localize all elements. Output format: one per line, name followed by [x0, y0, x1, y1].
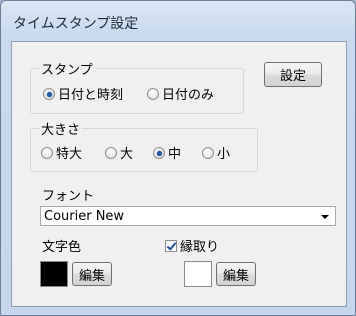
border-color-swatch[interactable] [184, 261, 212, 287]
radio-size-extra-large-indicator[interactable] [41, 146, 53, 159]
window-title: タイムスタンプ設定 [13, 16, 139, 32]
radio-size-large-label: 大 [120, 147, 134, 162]
radio-date-only-label: 日付のみ [162, 88, 215, 103]
radio-size-small[interactable]: 小 [202, 143, 230, 162]
radio-size-medium-indicator[interactable] [153, 146, 165, 159]
text-color-label: 文字色 [42, 240, 82, 255]
border-checkbox-indicator[interactable] [165, 239, 177, 252]
radio-date-and-time-indicator[interactable] [43, 87, 55, 100]
size-group-title: 大きさ [39, 119, 83, 138]
radio-date-only[interactable]: 日付のみ [147, 84, 214, 103]
radio-size-large[interactable]: 大 [105, 143, 133, 162]
radio-date-and-time[interactable]: 日付と時刻 [43, 84, 123, 103]
border-checkbox-label: 縁取り [180, 240, 220, 255]
radio-size-extra-large[interactable]: 特大 [41, 143, 82, 162]
text-color-swatch[interactable] [40, 261, 68, 287]
border-edit-button[interactable]: 編集 [216, 262, 256, 286]
radio-date-only-indicator[interactable] [147, 87, 159, 100]
settings-button[interactable]: 設定 [264, 62, 322, 87]
border-checkbox[interactable]: 縁取り [165, 236, 219, 255]
dialog-window: タイムスタンプ設定 スタンプ 日付と時刻 日付のみ 設定 大きさ 特大 大 中 [0, 0, 356, 316]
radio-size-medium-label: 中 [168, 147, 182, 162]
radio-size-medium[interactable]: 中 [153, 143, 181, 162]
stamp-group-title: スタンプ [39, 59, 95, 78]
dialog-client-area: スタンプ 日付と時刻 日付のみ 設定 大きさ 特大 大 中 小 フォント Cou… [11, 41, 347, 307]
radio-size-extra-large-label: 特大 [56, 147, 83, 162]
radio-size-large-indicator[interactable] [105, 146, 117, 159]
font-select[interactable]: Courier New [40, 206, 336, 226]
font-select-value: Courier New [44, 208, 125, 224]
font-label: フォント [42, 189, 95, 204]
text-color-edit-button[interactable]: 編集 [72, 262, 112, 286]
radio-size-small-label: 小 [217, 147, 231, 162]
radio-date-and-time-label: 日付と時刻 [58, 88, 124, 103]
radio-size-small-indicator[interactable] [202, 146, 214, 159]
chevron-down-icon[interactable] [321, 215, 329, 219]
